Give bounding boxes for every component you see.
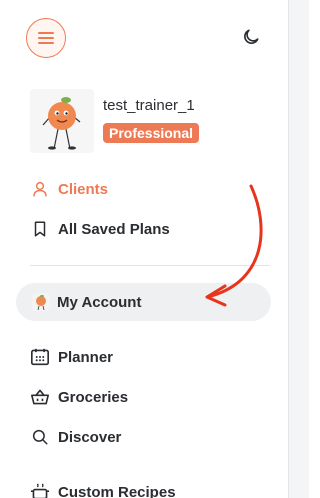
moon-icon	[244, 29, 259, 44]
user-icon	[30, 179, 50, 199]
sidebar-item-label: Custom Recipes	[58, 483, 176, 498]
peach-mascot-image	[42, 97, 81, 150]
theme-toggle-button[interactable]	[240, 26, 262, 48]
cooking-pot-icon	[30, 482, 50, 498]
sidebar-item-my-account[interactable]: My Account	[32, 290, 141, 314]
sidebar-item-label: My Account	[57, 293, 142, 311]
sidebar-item-label: Groceries	[58, 388, 129, 406]
basket-icon	[30, 387, 50, 407]
search-icon	[30, 427, 50, 447]
main-content-edge	[288, 0, 309, 498]
plan-badge: Professional	[103, 123, 200, 143]
sidebar-item-custom-recipes[interactable]: Custom Recipes	[30, 480, 176, 498]
menu-button[interactable]	[26, 18, 66, 58]
hamburger-menu-icon	[38, 32, 54, 44]
bookmark-icon	[30, 219, 50, 239]
mini-avatar	[32, 293, 50, 311]
sidebar-item-label: Discover	[58, 428, 122, 446]
avatar	[30, 89, 94, 153]
sidebar-item-label: Clients	[58, 180, 109, 198]
sidebar-item-discover[interactable]: Discover	[30, 425, 121, 449]
calendar-icon	[30, 347, 50, 367]
sidebar-item-label: Planner	[58, 348, 114, 366]
sidebar: test_trainer_1 Professional Clients All …	[0, 0, 288, 498]
sidebar-item-planner[interactable]: Planner	[30, 345, 113, 369]
annotation-arrow	[205, 184, 263, 307]
sidebar-item-groceries[interactable]: Groceries	[30, 385, 128, 409]
username: test_trainer_1	[103, 97, 195, 114]
sidebar-item-label: All Saved Plans	[58, 220, 170, 238]
sidebar-item-clients[interactable]: Clients	[30, 177, 108, 201]
sidebar-item-saved-plans[interactable]: All Saved Plans	[30, 217, 170, 241]
